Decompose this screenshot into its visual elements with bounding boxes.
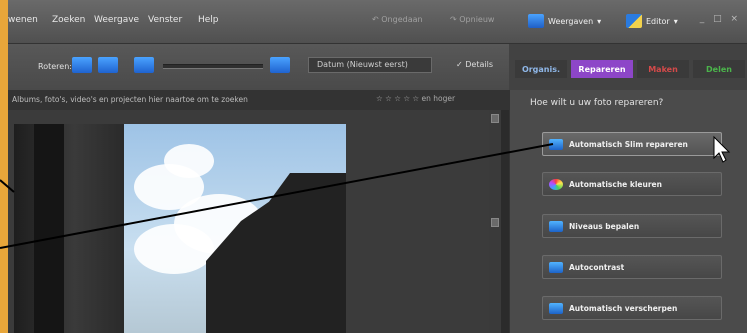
annotation-line — [0, 143, 554, 249]
mouse-pointer-icon — [713, 135, 731, 163]
annotation-overlay — [0, 135, 731, 249]
annotation-line-short — [0, 179, 15, 193]
